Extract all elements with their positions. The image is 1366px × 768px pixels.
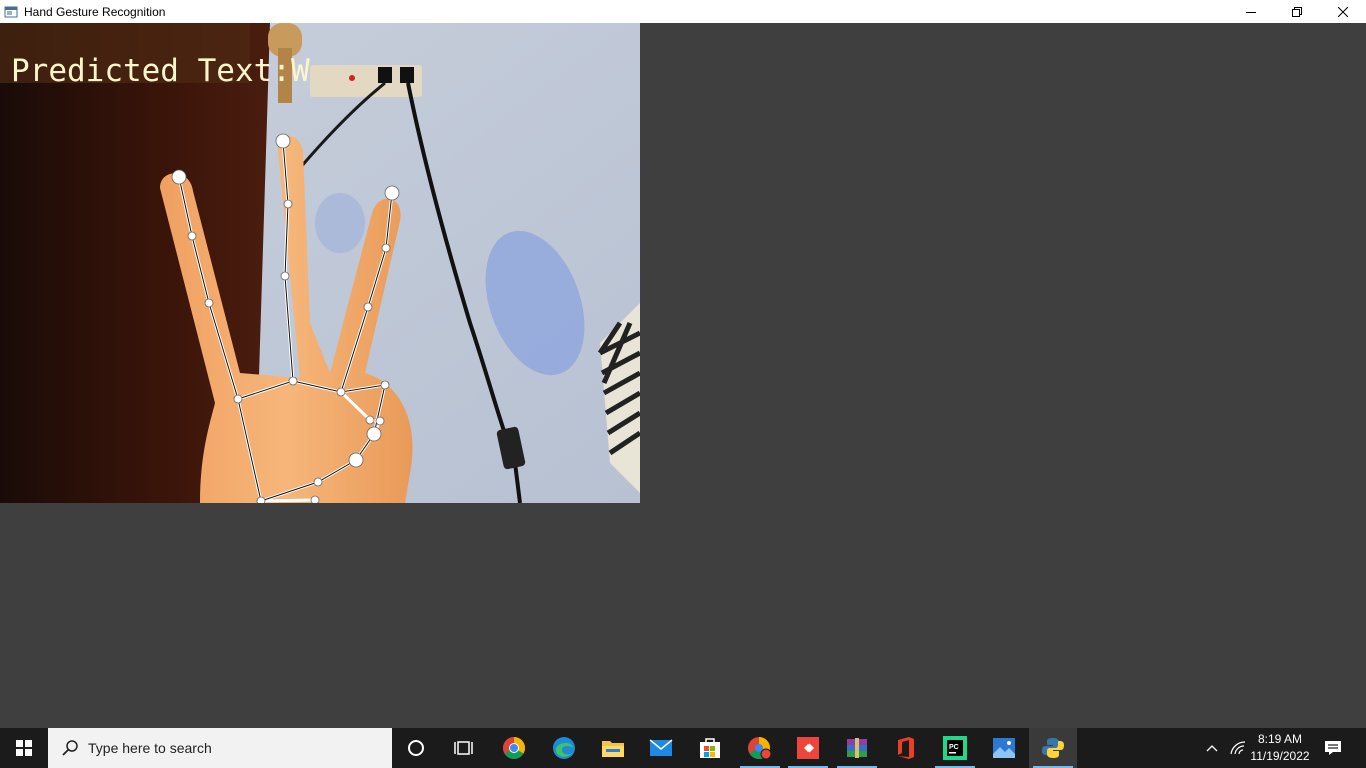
chrome-icon [503,737,525,759]
svg-text:PC: PC [949,744,959,751]
chrome-profile-icon [748,737,772,760]
python-button[interactable] [1029,728,1077,768]
edge-button[interactable] [540,728,588,768]
show-hidden-icons-button[interactable] [1200,728,1224,768]
file-explorer-button[interactable] [589,728,637,768]
notification-icon [1325,741,1341,755]
camera-frame: Predicted Text:W [0,23,640,503]
restore-button[interactable] [1274,0,1320,23]
taskbar: Type here to search PC 8:19 AM 11/19/202… [0,728,1366,768]
store-button[interactable] [686,728,734,768]
wifi-icon [1230,741,1246,755]
clock[interactable]: 8:19 AM 11/19/2022 [1245,731,1315,765]
store-icon [700,738,720,758]
cortana-icon [408,740,424,756]
office-button[interactable] [882,728,930,768]
winrar-button[interactable] [833,728,881,768]
close-icon [1338,6,1348,17]
python-icon [1042,738,1064,758]
winrar-icon [847,738,867,758]
camera-image [0,23,640,503]
chevron-up-icon [1206,745,1218,752]
anydesk-button[interactable] [784,728,832,768]
window-client: Predicted Text:W [0,23,1366,728]
anydesk-icon [797,737,819,759]
photos-icon [993,738,1015,758]
window-title: Hand Gesture Recognition [24,4,166,19]
predicted-text: Predicted Text:W [11,53,310,89]
title-bar: Hand Gesture Recognition [0,0,1366,23]
task-view-button[interactable] [440,728,488,768]
cortana-button[interactable] [392,728,440,768]
office-icon [898,737,914,759]
task-view-icon [454,741,473,755]
search-icon [62,740,78,756]
edge-icon [553,737,575,759]
pycharm-button[interactable]: PC [931,728,979,768]
restore-icon [1292,6,1302,17]
minimize-icon [1246,11,1256,13]
close-button[interactable] [1320,0,1366,23]
minimize-button[interactable] [1228,0,1274,23]
start-button[interactable] [0,728,48,768]
clock-time: 8:19 AM [1257,732,1303,746]
clock-date: 11/19/2022 [1250,749,1310,763]
chrome-profile-button[interactable] [736,728,784,768]
search-placeholder: Type here to search [88,740,212,756]
search-box[interactable]: Type here to search [48,728,392,768]
action-center-button[interactable] [1318,728,1348,768]
chrome-button[interactable] [490,728,538,768]
pycharm-icon: PC [943,736,967,760]
app-icon [4,5,18,19]
mail-button[interactable] [637,728,685,768]
photos-button[interactable] [980,728,1028,768]
mail-icon [649,739,673,756]
windows-icon [16,740,32,756]
file-explorer-icon [602,741,624,757]
